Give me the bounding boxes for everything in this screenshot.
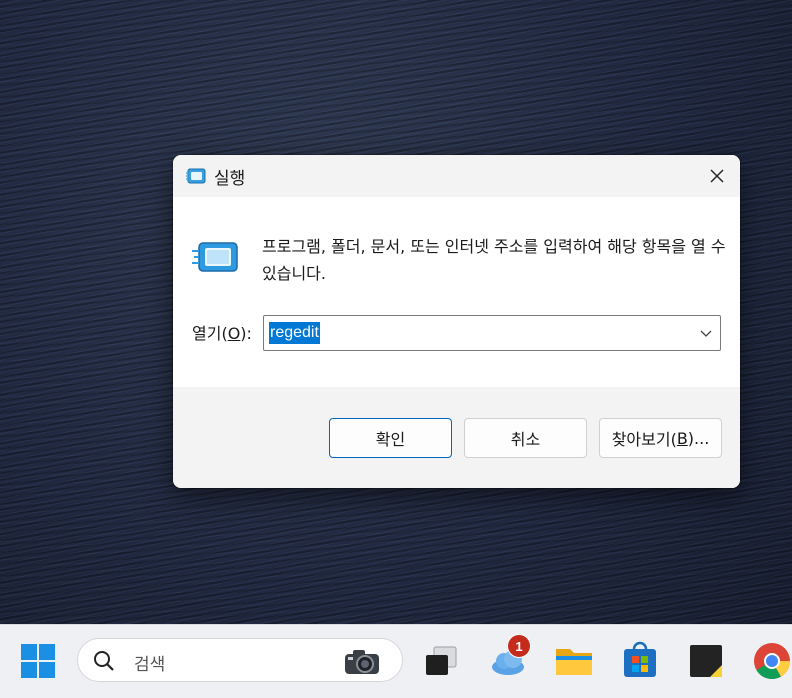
dialog-title: 실행 bbox=[214, 169, 246, 189]
run-app-icon bbox=[186, 168, 206, 184]
search-placeholder: 검색 bbox=[134, 655, 166, 675]
dialog-content: 프로그램, 폴더, 문서, 또는 인터넷 주소를 입력하여 해당 항목을 열 수… bbox=[173, 197, 740, 387]
run-dialog: 실행 프로그램, 폴더, 문서, 또는 인터넷 주소를 입력하여 해당 항목을 … bbox=[173, 155, 740, 488]
cancel-button[interactable]: 취소 bbox=[464, 418, 587, 458]
chrome-icon[interactable] bbox=[752, 641, 792, 681]
close-icon bbox=[710, 169, 724, 183]
microsoft-store-icon[interactable] bbox=[620, 641, 660, 681]
title-bar[interactable]: 실행 bbox=[173, 155, 740, 197]
taskbar-search-box[interactable]: 검색 bbox=[77, 638, 403, 682]
sticky-notes-icon[interactable] bbox=[686, 641, 726, 681]
task-view-icon[interactable] bbox=[422, 641, 462, 681]
open-input[interactable]: regedit bbox=[269, 322, 320, 344]
chevron-down-icon[interactable] bbox=[698, 325, 714, 341]
browse-label-suffix: )... bbox=[687, 428, 710, 448]
file-explorer-icon[interactable] bbox=[554, 641, 594, 681]
camera-highlight-icon bbox=[345, 650, 379, 674]
open-label-prefix: 열기( bbox=[192, 324, 228, 343]
ok-button[interactable]: 확인 bbox=[329, 418, 452, 458]
notification-badge: 1 bbox=[507, 634, 531, 658]
browse-label-key: B bbox=[676, 428, 688, 448]
taskbar: 검색 bbox=[0, 624, 792, 698]
open-label: 열기(O): bbox=[192, 320, 252, 344]
browse-button[interactable]: 찾아보기(B)... bbox=[599, 418, 722, 458]
open-label-suffix: ): bbox=[240, 324, 252, 343]
button-bar: 확인 취소 찾아보기(B)... bbox=[173, 387, 740, 488]
open-combobox[interactable]: regedit bbox=[263, 315, 721, 351]
dialog-description: 프로그램, 폴더, 문서, 또는 인터넷 주소를 입력하여 해당 항목을 열 수… bbox=[262, 237, 726, 283]
search-icon bbox=[94, 651, 114, 671]
browse-label-prefix: 찾아보기( bbox=[611, 430, 677, 449]
run-large-icon bbox=[192, 242, 238, 272]
open-label-key: O bbox=[227, 324, 241, 343]
start-icon[interactable] bbox=[20, 643, 56, 679]
close-button[interactable] bbox=[694, 155, 740, 197]
